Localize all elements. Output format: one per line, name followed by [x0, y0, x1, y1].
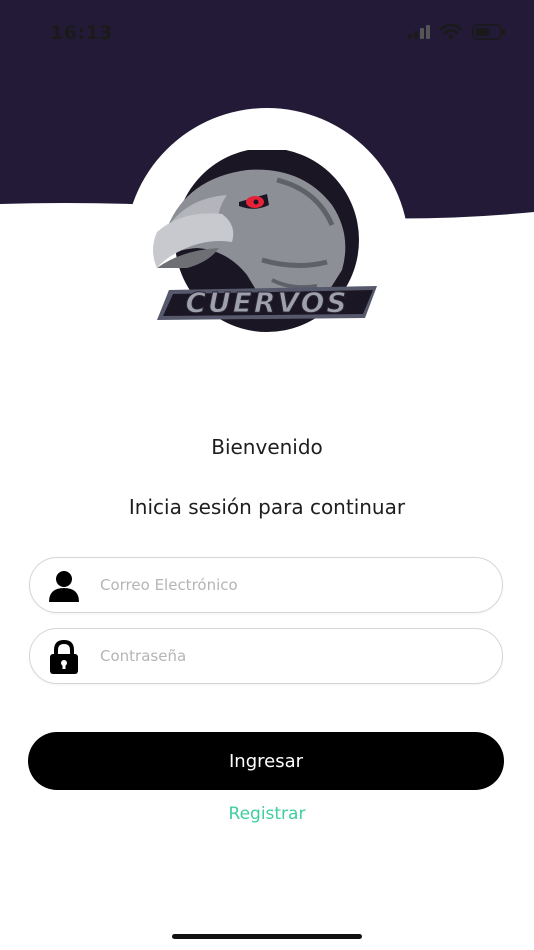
logo-text: CUERVOS — [185, 286, 348, 319]
status-bar: 16:13 — [0, 0, 534, 60]
home-indicator — [172, 934, 362, 939]
status-time: 16:13 — [50, 22, 113, 44]
lock-icon — [50, 639, 78, 674]
battery-icon — [472, 24, 505, 40]
app-logo: CUERVOS — [127, 148, 407, 350]
email-field[interactable] — [29, 557, 503, 613]
wifi-icon — [440, 24, 462, 40]
login-subtitle: Inicia sesión para continuar — [128, 495, 406, 519]
email-input[interactable] — [100, 558, 490, 612]
signal-icon — [408, 25, 430, 39]
welcome-title: Bienvenido — [211, 435, 323, 459]
raven-icon: CUERVOS — [153, 148, 377, 332]
password-field[interactable] — [29, 628, 503, 684]
status-icons — [408, 24, 506, 40]
register-link[interactable]: Registrar — [0, 804, 534, 824]
user-icon — [49, 571, 79, 602]
password-input[interactable] — [100, 629, 490, 683]
login-button[interactable]: Ingresar — [28, 732, 504, 790]
